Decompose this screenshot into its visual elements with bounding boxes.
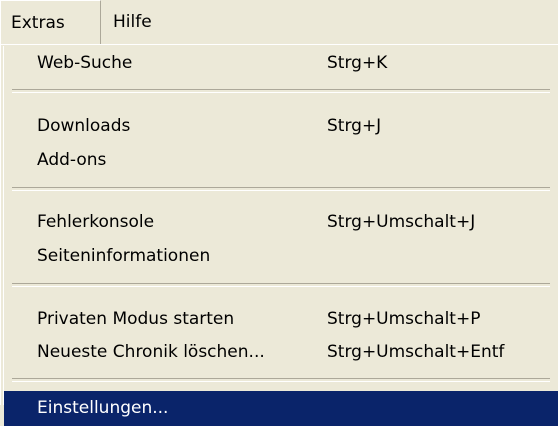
menu-item-einstellungen[interactable]: Einstellungen...	[4, 391, 558, 426]
menu-item-web-suche[interactable]: Web-Suche Strg+K	[4, 46, 558, 81]
menu-item-label: Fehlerkonsole	[37, 212, 155, 232]
menu-separator	[12, 378, 550, 382]
menu-separator	[12, 283, 550, 287]
menu-separator	[12, 89, 550, 93]
menu-extras-label: Extras	[11, 13, 65, 33]
shortcut-label: Strg+Umschalt+J	[327, 212, 476, 232]
menu-item-label: Privaten Modus starten	[37, 309, 235, 329]
shortcut-label: Strg+J	[327, 116, 382, 136]
menu-item-privaten-modus[interactable]: Privaten Modus starten Strg+Umschalt+P	[4, 302, 558, 337]
menu-item-label: Web-Suche	[37, 53, 133, 73]
menu-item-label: Downloads	[37, 116, 131, 136]
shortcut-label: Strg+Umschalt+Entf	[327, 342, 505, 362]
menu-item-fehlerkonsole[interactable]: Fehlerkonsole Strg+Umschalt+J	[4, 205, 558, 240]
menu-hilfe-label: Hilfe	[113, 12, 152, 32]
menu-item-label: Seiteninformationen	[37, 246, 211, 266]
menu-item-seiteninformationen[interactable]: Seiteninformationen	[4, 239, 558, 274]
menu-bar: Extras Hilfe	[0, 0, 558, 44]
shortcut-label: Strg+Umschalt+P	[327, 309, 481, 329]
menu-separator	[12, 187, 550, 191]
menu-item-neueste-chronik-loeschen[interactable]: Neueste Chronik löschen... Strg+Umschalt…	[4, 335, 558, 370]
menu-item-downloads[interactable]: Downloads Strg+J	[4, 109, 558, 144]
menu-item-add-ons[interactable]: Add-ons	[4, 143, 558, 178]
menu-item-label: Neueste Chronik löschen...	[37, 342, 265, 362]
menu-extras[interactable]: Extras	[0, 0, 101, 44]
shortcut-label: Strg+K	[327, 53, 388, 73]
menu-hilfe[interactable]: Hilfe	[103, 0, 162, 44]
extras-dropdown-menu: Web-Suche Strg+K Downloads Strg+J Add-on…	[0, 44, 558, 426]
menu-item-label: Add-ons	[37, 150, 107, 170]
menu-item-label: Einstellungen...	[37, 398, 169, 418]
